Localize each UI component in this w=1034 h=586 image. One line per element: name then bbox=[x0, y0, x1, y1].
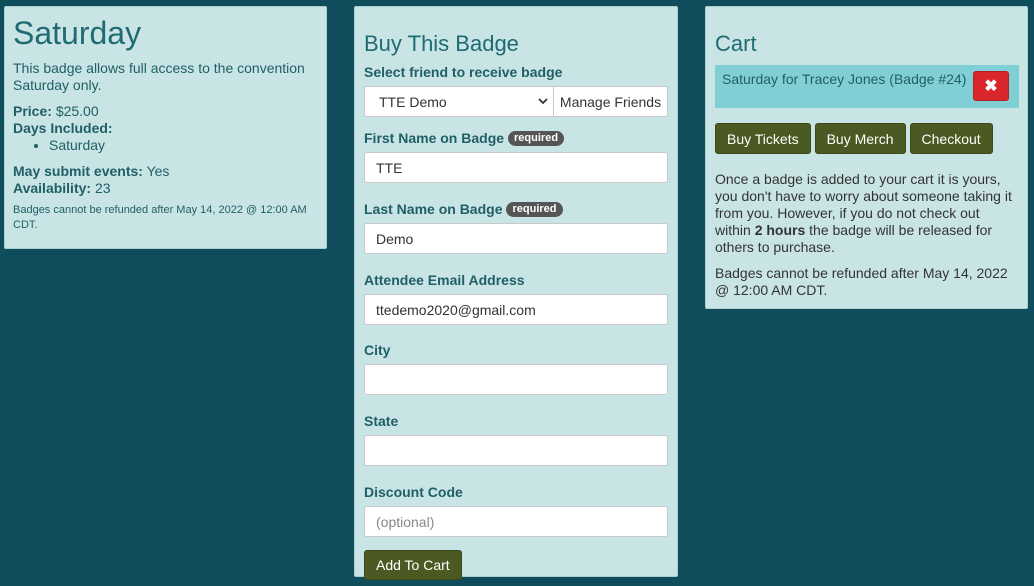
remove-item-button[interactable]: ✖ bbox=[973, 71, 1009, 101]
days-label: Days Included: bbox=[13, 120, 113, 136]
state-input[interactable] bbox=[364, 435, 668, 466]
badge-title: Saturday bbox=[13, 15, 142, 51]
checkout-button[interactable]: Checkout bbox=[909, 123, 993, 154]
availability-value: 23 bbox=[94, 180, 111, 196]
buy-badge-panel: Buy This Badge Select friend to receive … bbox=[354, 6, 678, 580]
refund-note: Badges cannot be refunded after May 14, … bbox=[13, 204, 307, 231]
first-name-label-row: First Name on Badge required bbox=[364, 129, 668, 147]
first-name-label: First Name on Badge bbox=[364, 130, 505, 146]
cart-actions: Buy Tickets Buy Merch Checkout bbox=[715, 123, 1018, 154]
days-list-item: Saturday bbox=[49, 137, 318, 154]
manage-friends-button[interactable]: Manage Friends bbox=[554, 86, 668, 117]
last-name-label: Last Name on Badge bbox=[364, 201, 503, 217]
cart-item: Saturday for Tracey Jones (Badge #24) ✖ bbox=[715, 65, 1019, 108]
city-input[interactable] bbox=[364, 364, 668, 395]
cart-panel: Cart Saturday for Tracey Jones (Badge #2… bbox=[705, 6, 1028, 309]
chevron-down-icon bbox=[537, 94, 549, 110]
cart-notice: Once a badge is added to your cart it is… bbox=[715, 171, 1018, 256]
last-name-input[interactable] bbox=[364, 223, 668, 254]
discount-label: Discount Code bbox=[364, 484, 463, 500]
cart-notice-bold: 2 hours bbox=[754, 222, 806, 238]
last-name-label-row: Last Name on Badge required bbox=[364, 200, 668, 218]
close-icon: ✖ bbox=[984, 77, 998, 95]
email-input[interactable] bbox=[364, 294, 668, 325]
discount-code-input[interactable] bbox=[364, 506, 668, 537]
friend-select-value: TTE Demo bbox=[379, 93, 447, 110]
cart-item-text: Saturday for Tracey Jones (Badge #24) bbox=[722, 71, 967, 87]
price-value: $25.00 bbox=[55, 103, 99, 119]
buy-merch-button[interactable]: Buy Merch bbox=[814, 123, 906, 154]
first-name-input[interactable] bbox=[364, 152, 668, 183]
submit-events-row: May submit events: Yes bbox=[13, 163, 318, 180]
days-list: Saturday bbox=[49, 137, 318, 154]
friend-label: Select friend to receive badge bbox=[364, 64, 563, 80]
required-badge: required bbox=[508, 130, 565, 146]
availability-label: Availability: bbox=[13, 180, 92, 196]
submit-events-label: May submit events: bbox=[13, 163, 143, 179]
price-label: Price: bbox=[13, 103, 52, 119]
add-to-cart-button[interactable]: Add To Cart bbox=[364, 550, 462, 580]
state-label: State bbox=[364, 413, 399, 429]
submit-events-value: Yes bbox=[146, 163, 170, 179]
cart-title: Cart bbox=[715, 31, 757, 56]
friend-select[interactable]: TTE Demo bbox=[364, 86, 554, 117]
badge-info-panel: Saturday This badge allows full access t… bbox=[4, 6, 327, 249]
cart-refund-note: Badges cannot be refunded after May 14, … bbox=[715, 265, 1008, 298]
required-badge: required bbox=[506, 201, 563, 217]
friend-select-group: TTE Demo Manage Friends bbox=[364, 86, 668, 117]
badge-description: This badge allows full access to the con… bbox=[13, 60, 305, 93]
availability-row: Availability: 23 bbox=[13, 180, 318, 197]
price-row: Price: $25.00 bbox=[13, 103, 318, 120]
buy-badge-title: Buy This Badge bbox=[364, 31, 519, 56]
email-label: Attendee Email Address bbox=[364, 272, 525, 288]
city-label: City bbox=[364, 342, 391, 358]
buy-tickets-button[interactable]: Buy Tickets bbox=[715, 123, 811, 154]
